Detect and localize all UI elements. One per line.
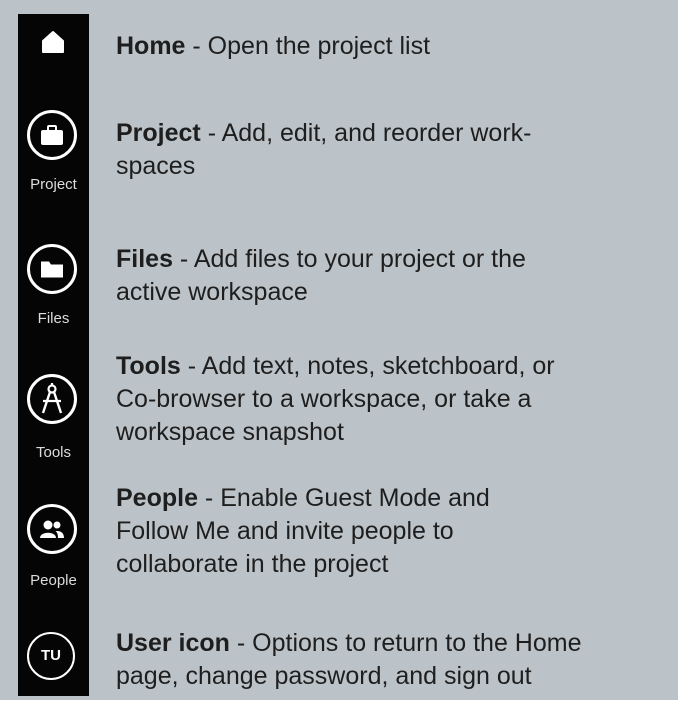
description-text: Co-browser to a workspace, or take a	[116, 385, 532, 413]
description-text: - Add, edit, and reorder work-	[200, 119, 532, 147]
home-icon	[42, 31, 64, 53]
user-avatar: TU	[27, 632, 75, 680]
description-title: People	[116, 484, 198, 512]
compass-icon	[41, 383, 63, 414]
description-text: - Add text, notes, sketchboard, or	[180, 352, 555, 380]
description-text: workspace snapshot	[116, 418, 344, 446]
avatar-initials: TU	[41, 647, 61, 664]
description-text: page, change password, and sign out	[116, 662, 532, 690]
folder-icon	[41, 261, 63, 278]
people-circle	[27, 504, 77, 554]
briefcase-icon	[41, 125, 63, 145]
description-title: Tools	[116, 352, 181, 380]
sidebar-item-people[interactable]: People	[18, 504, 89, 600]
description-title: Project	[116, 119, 201, 147]
description-text: active workspace	[116, 278, 308, 306]
project-circle	[27, 110, 77, 160]
description-text: - Open the project list	[185, 32, 431, 60]
files-circle	[27, 244, 77, 294]
sidebar-item-label: Tools	[35, 444, 72, 461]
description-files: Files - Add files to your project or the…	[116, 243, 676, 309]
description-text: - Options to return to the Home	[229, 629, 582, 657]
sidebar-item-tools[interactable]: Tools	[18, 374, 89, 470]
description-user: User icon - Options to return to the Hom…	[116, 627, 676, 693]
description-project: Project - Add, edit, and reorder work- s…	[116, 117, 676, 183]
sidebar-item-label: Files	[37, 310, 70, 327]
description-title: Files	[116, 245, 173, 273]
sidebar-nav: Project Files Tools People TU	[18, 14, 89, 696]
description-text: - Add files to your project or the	[172, 245, 526, 273]
description-title: User icon	[116, 629, 230, 657]
sidebar-item-user[interactable]: TU	[18, 632, 89, 682]
tools-circle	[27, 374, 77, 424]
sidebar-item-home[interactable]	[18, 24, 89, 64]
sidebar-item-label: People	[30, 572, 77, 589]
sidebar-item-label: Project	[30, 176, 77, 193]
description-home: Home - Open the project list	[116, 30, 676, 63]
description-text: collaborate in the project	[116, 550, 389, 578]
description-people: People - Enable Guest Mode and Follow Me…	[116, 482, 676, 581]
people-icon	[40, 520, 64, 538]
description-text: - Enable Guest Mode and	[197, 484, 490, 512]
description-tools: Tools - Add text, notes, sketchboard, or…	[116, 350, 676, 449]
help-panel: Project Files Tools People TU Home - Ope…	[0, 0, 678, 700]
description-text: spaces	[116, 152, 196, 180]
sidebar-item-files[interactable]: Files	[18, 244, 89, 340]
description-text: Follow Me and invite people to	[116, 517, 454, 545]
description-title: Home	[116, 32, 186, 60]
sidebar-item-project[interactable]: Project	[18, 110, 89, 206]
